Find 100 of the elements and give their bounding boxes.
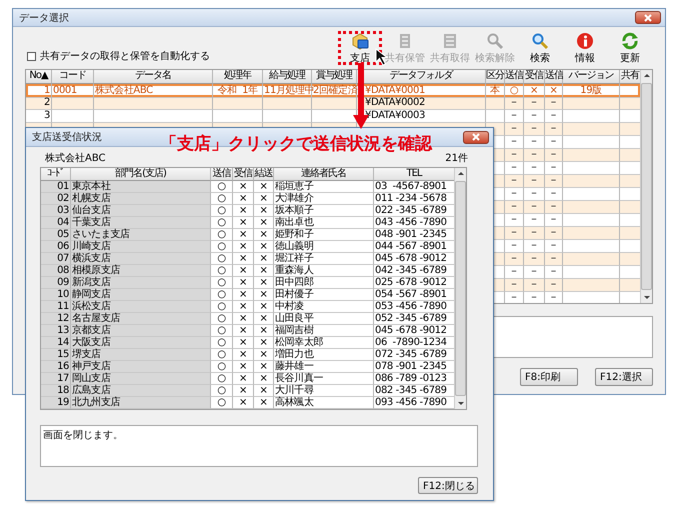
- table-cell: 川崎支店: [71, 241, 211, 253]
- column-header[interactable]: コード: [52, 70, 94, 84]
- column-header[interactable]: 送信: [545, 70, 563, 84]
- table-cell: 千葉支店: [71, 217, 211, 229]
- table-cell: －: [545, 97, 563, 110]
- callout-text: 「支店」クリックで送信状況を確認: [160, 134, 432, 154]
- table-cell: －: [545, 253, 563, 266]
- column-header[interactable]: 区分: [486, 70, 505, 84]
- close-icon: [644, 14, 652, 22]
- toolbar-button[interactable]: 情報: [563, 31, 607, 65]
- refresh-icon: [621, 32, 639, 50]
- table-cell: －: [505, 123, 524, 136]
- table-cell: －: [545, 123, 563, 136]
- table-cell: －: [545, 175, 563, 188]
- table-cell: －: [505, 292, 524, 303]
- column-header[interactable]: No▲: [26, 70, 52, 84]
- search-icon: [531, 32, 549, 50]
- table-row[interactable]: － － －: [486, 123, 640, 136]
- table-cell: 12: [41, 313, 71, 325]
- table-cell: －: [524, 201, 545, 214]
- column-header[interactable]: 共有: [620, 70, 640, 84]
- close-dialog-button[interactable]: F12:閉じる: [418, 477, 478, 494]
- scrollbar[interactable]: [454, 168, 466, 409]
- table-cell: －: [524, 97, 545, 110]
- column-header[interactable]: 処理年: [213, 70, 263, 84]
- table-cell: 新潟支店: [71, 277, 211, 289]
- magnifier-icon: [486, 32, 504, 50]
- table-cell: 08: [41, 265, 71, 277]
- table-cell: －: [505, 97, 524, 110]
- checkbox-label: 共有データの取得と保管を自動化する: [40, 50, 210, 63]
- table-row[interactable]: 1 0001 株式会社ABC 令和 1年 11月処理中2回確定済 ¥DATA¥0001 本 ○ × × 19版: [26, 84, 640, 97]
- table-cell: 岡山支店: [71, 373, 211, 385]
- table-cell: 07: [41, 253, 71, 265]
- table-cell: 横浜支店: [71, 253, 211, 265]
- table-cell: 仙台支店: [71, 205, 211, 217]
- table-cell: －: [545, 201, 563, 214]
- column-header[interactable]: 受信: [524, 70, 545, 84]
- table-cell: 01: [41, 181, 71, 193]
- toolbar-button[interactable]: 検索: [518, 31, 562, 65]
- table-cell: 神戸支店: [71, 361, 211, 373]
- column-header[interactable]: データ名: [94, 70, 213, 84]
- table-cell: －: [545, 227, 563, 240]
- table-cell: 浜松支店: [71, 301, 211, 313]
- table-cell: 札幌支店: [71, 193, 211, 205]
- column-header[interactable]: データフォルダ: [357, 70, 486, 84]
- record-count: 21件: [445, 153, 468, 165]
- table-cell: －: [505, 253, 524, 266]
- table-cell: 09: [41, 277, 71, 289]
- cabinet-icon: [441, 32, 459, 50]
- toolbar-button[interactable]: 更新: [608, 31, 652, 65]
- table-cell: －: [545, 149, 563, 162]
- column-header[interactable]: 送信: [505, 70, 524, 84]
- function-button[interactable]: F8:印刷: [520, 368, 578, 386]
- toolbar-button[interactable]: 支店: [338, 31, 382, 65]
- close-button[interactable]: [463, 130, 489, 144]
- table-cell: 堺支店: [71, 349, 211, 361]
- column-header[interactable]: 結送: [254, 168, 274, 181]
- column-header[interactable]: TEL: [374, 168, 454, 181]
- column-header[interactable]: 受信: [233, 168, 254, 181]
- table-cell: 05: [41, 229, 71, 241]
- table-row[interactable]: 2 ¥DATA¥0002 － － －: [26, 97, 640, 110]
- table-cell: 高林颯太: [274, 397, 374, 409]
- table-cell: 13: [41, 325, 71, 337]
- table-cell: －: [524, 253, 545, 266]
- table-cell: 16: [41, 361, 71, 373]
- table-cell: ×: [254, 397, 274, 409]
- table-cell: －: [545, 279, 563, 292]
- table-cell: 名古屋支店: [71, 313, 211, 325]
- table-cell: －: [524, 292, 545, 303]
- table-cell: 相模原支店: [71, 265, 211, 277]
- table-cell: －: [505, 279, 524, 292]
- table-cell: 11: [41, 301, 71, 313]
- column-header[interactable]: 給与処理: [263, 70, 312, 84]
- column-header[interactable]: ｺｰﾄﾞ: [41, 168, 71, 181]
- function-button[interactable]: F12:選択: [595, 368, 653, 386]
- column-header[interactable]: 連絡者氏名: [274, 168, 374, 181]
- table-cell: 京都支店: [71, 325, 211, 337]
- table-cell: 19: [41, 397, 71, 409]
- column-header[interactable]: 賞与処理: [312, 70, 357, 84]
- info-icon: [576, 32, 594, 50]
- table-cell: 2: [26, 97, 52, 110]
- window-title: データ選択: [19, 12, 69, 24]
- close-button[interactable]: [635, 11, 661, 24]
- scrollbar[interactable]: [640, 70, 652, 303]
- table-cell: －: [505, 227, 524, 240]
- checkbox[interactable]: [27, 52, 36, 60]
- table-cell: －: [524, 227, 545, 240]
- table-cell: 17: [41, 373, 71, 385]
- table-cell: －: [505, 175, 524, 188]
- table-cell: －: [524, 149, 545, 162]
- table-cell: －: [524, 123, 545, 136]
- table-cell: 15: [41, 349, 71, 361]
- column-header[interactable]: バージョン: [563, 70, 620, 84]
- table-cell: さいたま支店: [71, 229, 211, 241]
- table-cell: ○: [211, 397, 233, 409]
- column-header[interactable]: 送信: [211, 168, 233, 181]
- table-cell: －: [545, 292, 563, 303]
- message-box: 画面を閉じます。: [40, 425, 478, 467]
- box-icon: [351, 32, 369, 50]
- dialog-title: 支店送受信状況: [32, 130, 102, 144]
